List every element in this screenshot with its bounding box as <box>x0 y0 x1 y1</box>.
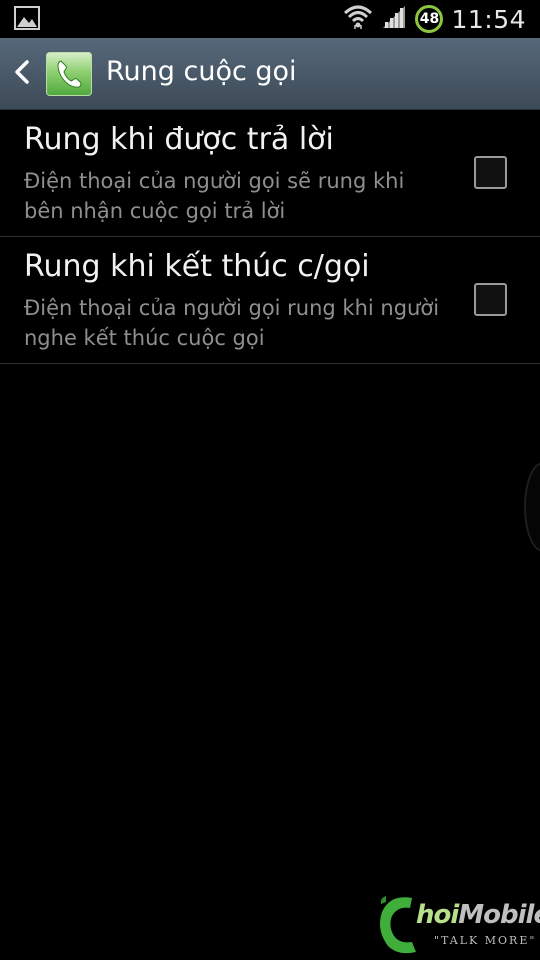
watermark-brand: hoiMobile <box>416 900 540 930</box>
battery-level: 48 <box>419 11 440 27</box>
side-panel-handle[interactable] <box>524 462 540 552</box>
setting-vibrate-on-end[interactable]: Rung khi kết thúc c/gọi Điện thoại của n… <box>0 237 540 364</box>
screen: 48 11:54 Rung cuộc gọi Rung khi được trả… <box>0 0 540 960</box>
settings-list: Rung khi được trả lời Điện thoại của ngư… <box>0 110 540 364</box>
setting-description: Điện thoại của người gọi sẽ rung khi bên… <box>24 169 405 223</box>
watermark-tagline: "TALK MORE" <box>434 934 537 947</box>
setting-title: Rung khi kết thúc c/gọi <box>24 249 370 284</box>
action-bar: Rung cuộc gọi <box>0 38 540 110</box>
vibrate-on-answer-checkbox[interactable] <box>474 156 507 189</box>
clock: 11:54 <box>451 4 526 34</box>
back-button[interactable] <box>8 56 36 92</box>
battery-indicator: 48 <box>415 5 444 33</box>
setting-vibrate-on-answer[interactable]: Rung khi được trả lời Điện thoại của ngư… <box>0 110 540 237</box>
gallery-image-icon <box>14 6 40 30</box>
page-title: Rung cuộc gọi <box>106 56 297 87</box>
watermark-brand-prefix: hoi <box>416 900 459 930</box>
status-bar: 48 11:54 <box>0 0 540 38</box>
signal-icon <box>381 4 407 34</box>
wifi-icon <box>343 3 373 35</box>
setting-title: Rung khi được trả lời <box>24 122 334 157</box>
status-icons: 48 11:54 <box>343 0 526 38</box>
phone-app-icon[interactable] <box>46 52 92 96</box>
watermark-logo: hoiMobile "TALK MORE" <box>372 890 540 960</box>
chevron-left-icon <box>13 59 31 89</box>
vibrate-on-end-checkbox[interactable] <box>474 283 507 316</box>
setting-description: Điện thoại của người gọi rung khi người … <box>24 296 440 350</box>
watermark-brand-rest: Mobile <box>458 900 540 930</box>
